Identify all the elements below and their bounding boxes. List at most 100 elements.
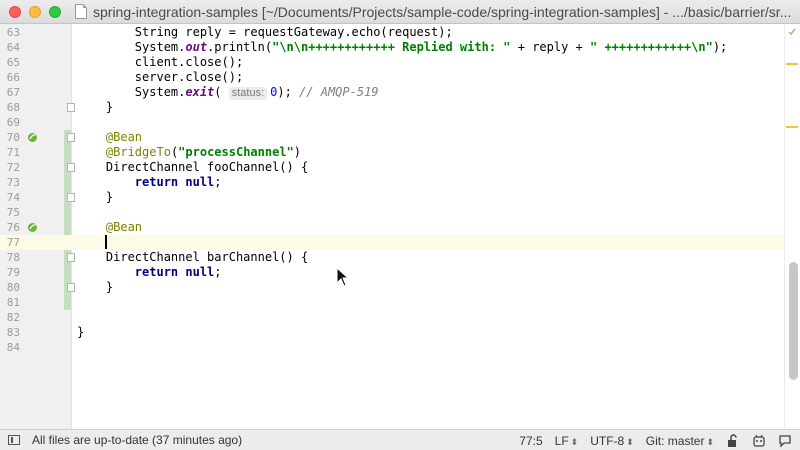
inspection-ok-icon[interactable] — [788, 28, 796, 36]
vcs-branch-widget[interactable]: Git: master ⬍ — [646, 434, 714, 448]
code-line[interactable]: 81 — [0, 295, 800, 310]
code-text[interactable]: } — [77, 325, 84, 340]
caret-position[interactable]: 77:5 — [519, 434, 542, 448]
code-line[interactable]: 65 client.close(); — [0, 55, 800, 70]
warning-marker[interactable] — [786, 63, 798, 65]
line-number: 67 — [6, 86, 20, 99]
fold-marker-icon[interactable] — [67, 103, 75, 112]
code-line[interactable]: 70 @Bean — [0, 130, 800, 145]
code-text[interactable]: DirectChannel fooChannel() { — [77, 160, 308, 175]
code-token: 0 — [270, 85, 278, 99]
document-icon — [75, 4, 87, 19]
close-window-button[interactable] — [9, 5, 21, 18]
line-number: 77 — [6, 236, 20, 249]
window-title: spring-integration-samples [~/Documents/… — [93, 3, 792, 20]
spring-bean-icon[interactable] — [27, 222, 38, 233]
code-line[interactable]: 73 return null; — [0, 175, 800, 190]
status-message[interactable]: All files are up-to-date (37 minutes ago… — [32, 433, 242, 447]
editor-scrollbar[interactable] — [784, 24, 800, 429]
code-line[interactable]: 63 String reply = requestGateway.echo(re… — [0, 25, 800, 40]
line-separator-label: LF — [554, 433, 569, 448]
line-number: 75 — [6, 206, 20, 219]
code-text[interactable]: } — [77, 280, 113, 295]
keyword: return null — [134, 175, 215, 189]
fold-marker-icon[interactable] — [67, 283, 75, 292]
line-number: 79 — [6, 266, 20, 279]
fold-marker-icon[interactable] — [67, 193, 75, 202]
code-line[interactable]: 75 — [0, 205, 800, 220]
line-number: 73 — [6, 176, 20, 189]
code-line[interactable]: 84 — [0, 340, 800, 355]
code-line[interactable]: 67 System.exit( status: 0); // AMQP-519 — [0, 85, 800, 100]
spring-bean-icon[interactable] — [27, 132, 38, 143]
code-text[interactable]: @Bean — [77, 130, 142, 145]
updown-arrows-icon: ⬍ — [570, 436, 579, 447]
annotation: @Bean — [105, 130, 143, 144]
code-line[interactable]: 80 } — [0, 280, 800, 295]
status-bar: All files are up-to-date (37 minutes ago… — [0, 429, 800, 450]
tool-windows-toggle-icon[interactable] — [8, 435, 20, 445]
fold-marker-icon[interactable] — [67, 163, 75, 172]
code-text[interactable]: server.close(); — [77, 70, 243, 85]
code-line[interactable]: 68 } — [0, 100, 800, 115]
text-caret — [105, 235, 107, 249]
code-line[interactable]: 79 return null; — [0, 265, 800, 280]
code-text[interactable]: @Bean — [77, 220, 142, 235]
code-token: exit — [185, 85, 215, 99]
code-comment: // AMQP-519 — [299, 85, 379, 99]
zoom-window-button[interactable] — [49, 5, 61, 18]
line-number: 84 — [6, 341, 20, 354]
code-text[interactable]: System.out.println("\n\n++++++++++++ Rep… — [77, 40, 727, 55]
code-line[interactable]: 78 DirectChannel barChannel() { — [0, 250, 800, 265]
code-text[interactable]: @BridgeTo("processChannel") — [77, 145, 301, 160]
code-line[interactable]: 82 — [0, 310, 800, 325]
line-separator-widget[interactable]: LF ⬍ — [555, 434, 579, 448]
line-number: 82 — [6, 311, 20, 324]
code-line[interactable]: 77 — [0, 235, 800, 250]
code-line[interactable]: 71 @BridgeTo("processChannel") — [0, 145, 800, 160]
code-text[interactable]: System.exit( status: 0); // AMQP-519 — [77, 85, 379, 100]
scroll-thumb[interactable] — [789, 262, 798, 380]
code-line[interactable]: 76 @Bean — [0, 220, 800, 235]
code-line[interactable]: 74 } — [0, 190, 800, 205]
code-token: out — [185, 40, 208, 54]
warning-marker[interactable] — [786, 126, 798, 128]
line-number: 72 — [6, 161, 20, 174]
code-text[interactable]: return null; — [77, 265, 222, 280]
string-literal: " ++++++++++++\n" — [590, 40, 713, 54]
code-text[interactable]: return null; — [77, 175, 222, 190]
code-line[interactable]: 72 DirectChannel fooChannel() { — [0, 160, 800, 175]
code-line[interactable]: 83} — [0, 325, 800, 340]
code-text[interactable]: String reply = requestGateway.echo(reque… — [77, 25, 453, 40]
code-text[interactable]: } — [77, 100, 113, 115]
line-number: 78 — [6, 251, 20, 264]
code-line[interactable]: 69 — [0, 115, 800, 130]
parameter-hint: status: — [228, 87, 268, 100]
code-editor[interactable]: 63 String reply = requestGateway.echo(re… — [0, 24, 800, 429]
line-number: 66 — [6, 71, 20, 84]
line-number: 63 — [6, 26, 20, 39]
updown-arrows-icon: ⬍ — [706, 436, 714, 447]
fold-marker-icon[interactable] — [67, 133, 75, 142]
lock-icon[interactable] — [726, 433, 740, 448]
code-text[interactable]: } — [77, 190, 113, 205]
string-literal: "processChannel" — [178, 145, 294, 159]
code-line[interactable]: 66 server.close(); — [0, 70, 800, 85]
updown-arrows-icon: ⬍ — [626, 436, 634, 447]
keyword: return null — [134, 265, 215, 279]
encoding-widget[interactable]: UTF-8 ⬍ — [590, 434, 634, 448]
line-number: 74 — [6, 191, 20, 204]
encoding-label: UTF-8 — [590, 433, 625, 448]
code-line[interactable]: 64 System.out.println("\n\n++++++++++++ … — [0, 40, 800, 55]
code-text[interactable]: client.close(); — [77, 55, 243, 70]
vcs-branch-label: Git: master — [645, 433, 705, 448]
annotation: @Bean — [105, 220, 143, 234]
inspector-face-icon[interactable] — [752, 434, 766, 448]
fold-marker-icon[interactable] — [67, 253, 75, 262]
event-log-icon[interactable] — [778, 434, 792, 448]
line-number: 65 — [6, 56, 20, 69]
minimize-window-button[interactable] — [29, 5, 41, 18]
code-text[interactable]: DirectChannel barChannel() { — [77, 250, 308, 265]
line-number: 80 — [6, 281, 20, 294]
line-number: 76 — [6, 221, 20, 234]
